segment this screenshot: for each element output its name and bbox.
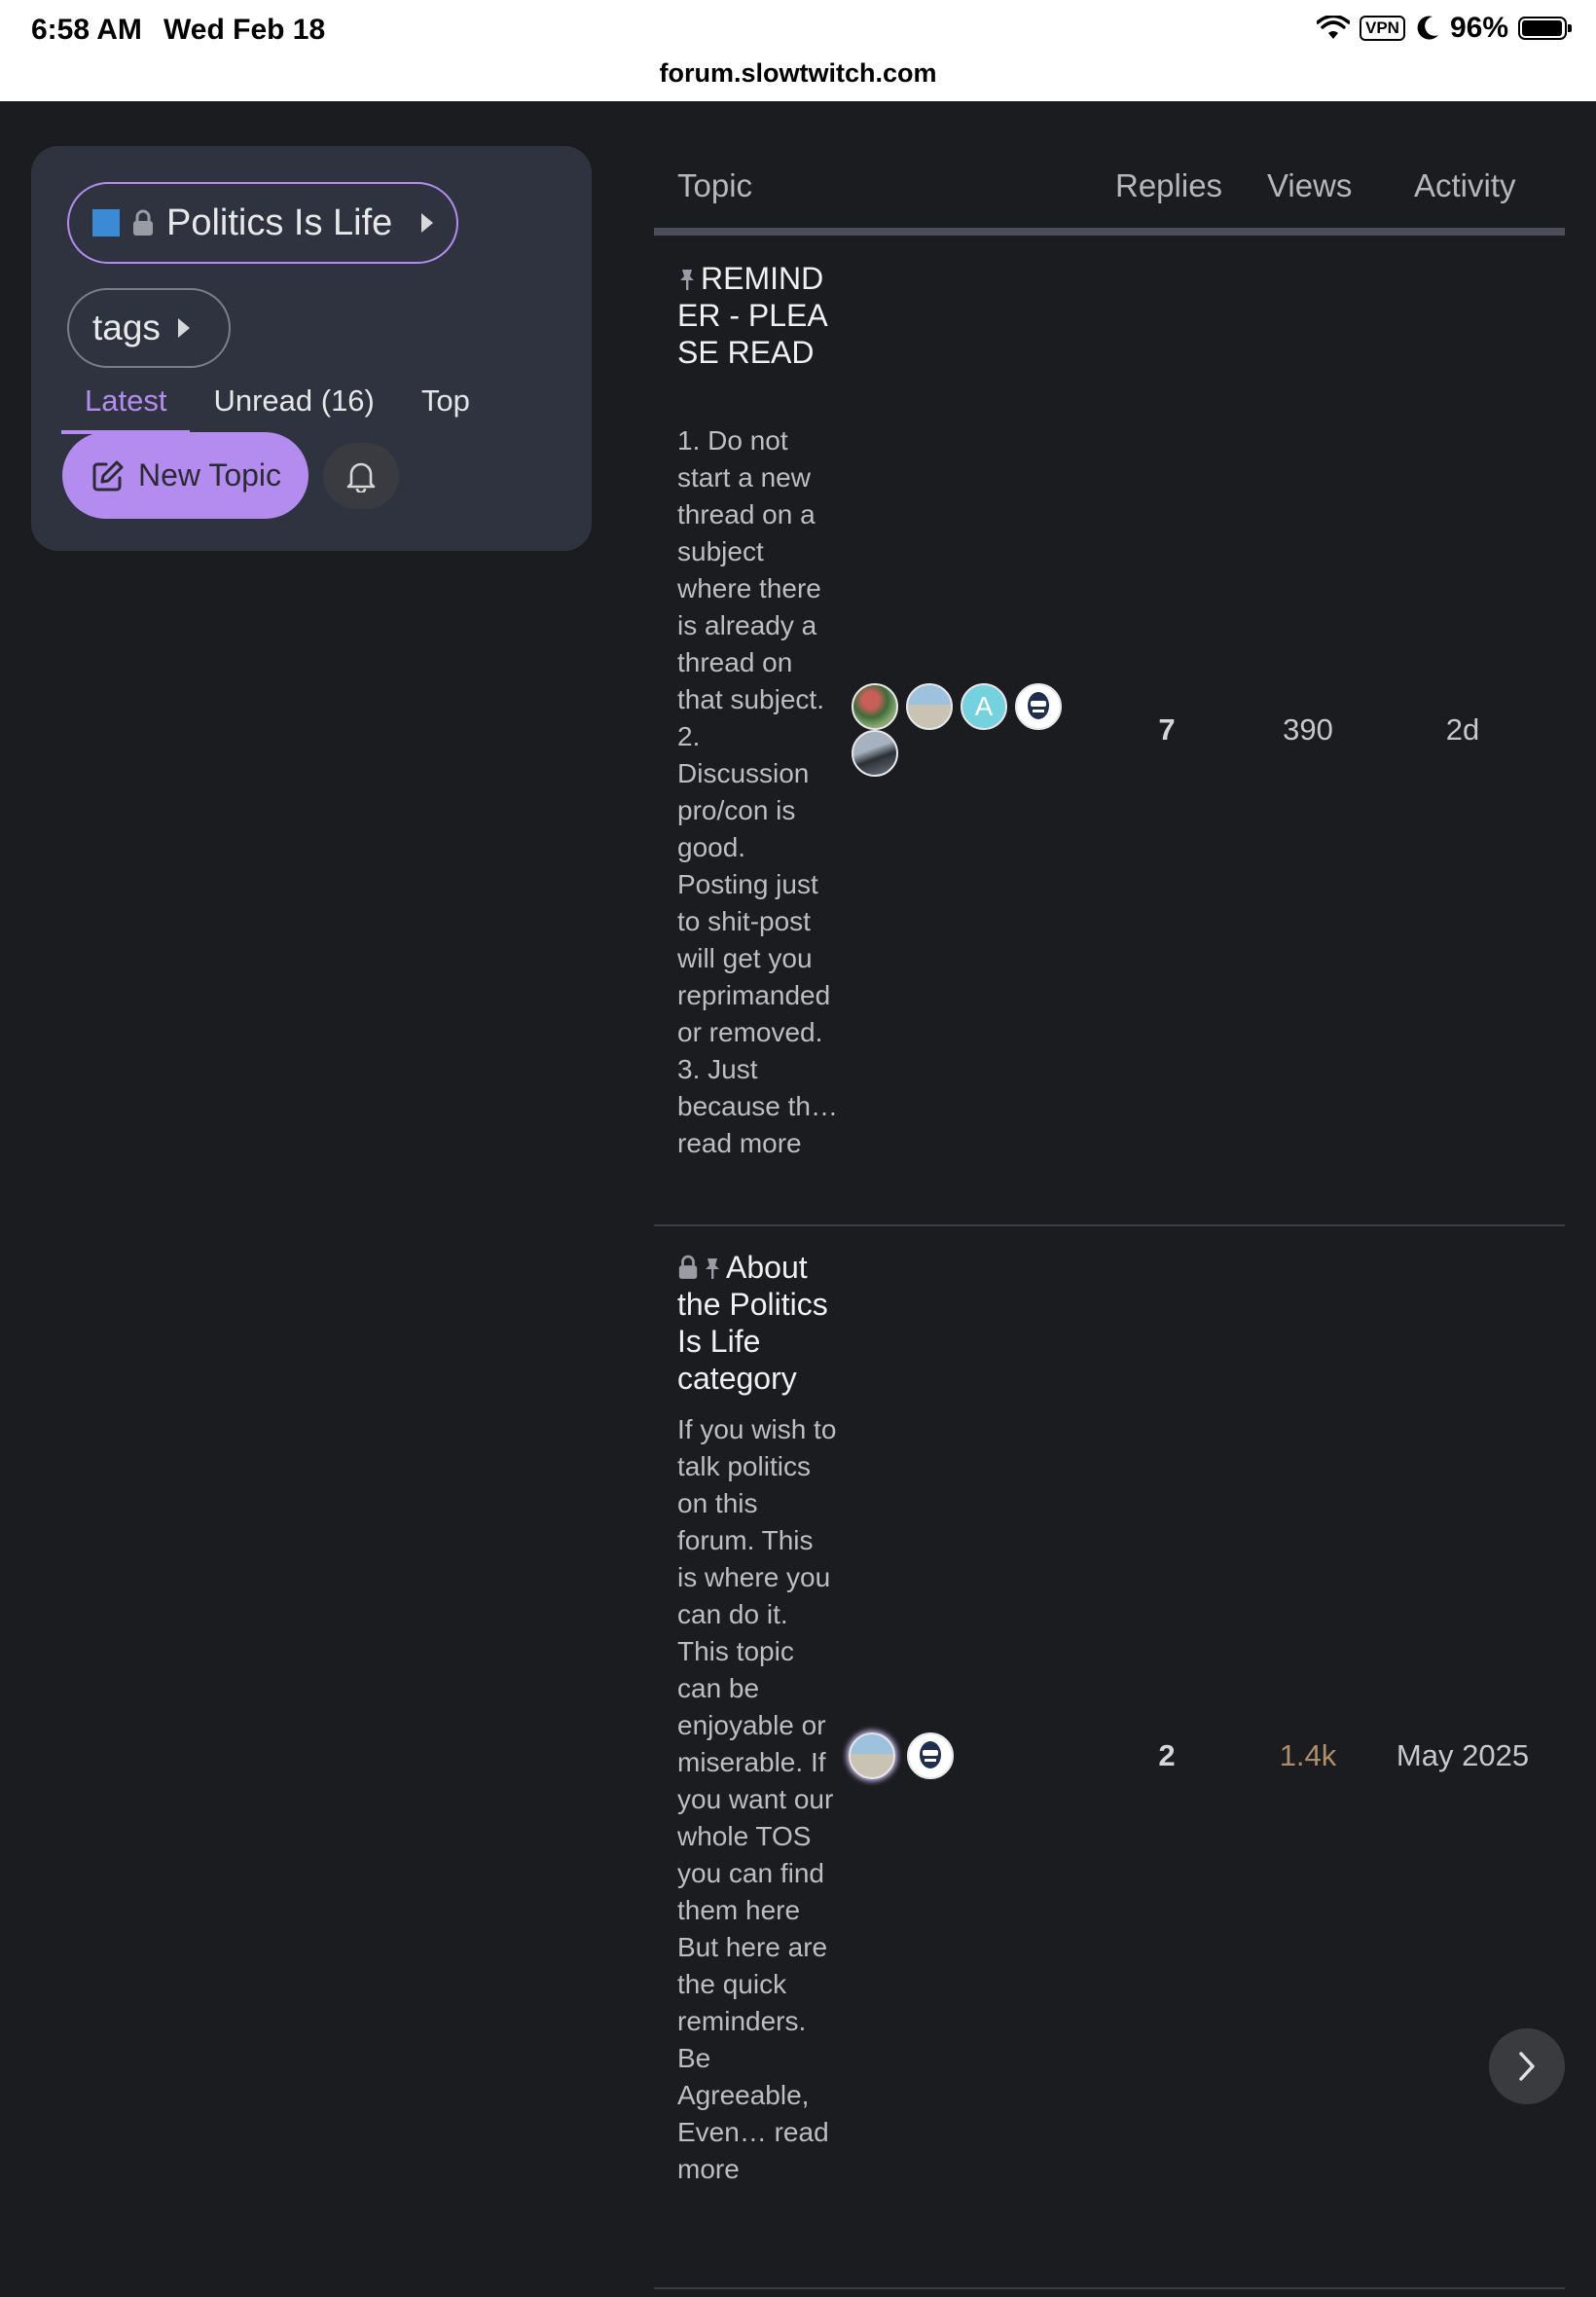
column-header-replies[interactable]: Replies — [1115, 167, 1222, 204]
new-topic-button[interactable]: New Topic — [62, 432, 308, 519]
pin-icon — [680, 270, 694, 290]
topic-excerpt[interactable]: 1. Do not start a new thread on a subjec… — [677, 422, 839, 1162]
nav-tabs: Latest Unread (16) Top — [61, 372, 493, 434]
next-page-button[interactable] — [1489, 2028, 1565, 2104]
column-header-activity[interactable]: Activity — [1414, 167, 1516, 204]
avatar[interactable] — [852, 683, 898, 730]
battery-icon — [1518, 17, 1572, 40]
vpn-badge: VPN — [1359, 16, 1405, 41]
tab-top[interactable]: Top — [398, 372, 493, 430]
pin-icon — [706, 1258, 719, 1279]
avatar-letter: A — [974, 691, 994, 721]
status-bar: 6:58 AM Wed Feb 18 VPN 96% forum.slowtwi… — [0, 0, 1596, 101]
avatar[interactable]: A — [961, 683, 1007, 730]
avatar[interactable] — [907, 1732, 954, 1779]
row-divider — [654, 1224, 1565, 1226]
column-header-views[interactable]: Views — [1267, 167, 1352, 204]
lock-icon — [133, 209, 153, 236]
row-divider — [654, 2287, 1565, 2289]
url-bar[interactable]: forum.slowtwitch.com — [0, 58, 1596, 89]
activity-date[interactable]: May 2025 — [1385, 1738, 1541, 1773]
avatar[interactable] — [849, 1732, 895, 1779]
category-color-square — [92, 209, 120, 237]
tab-unread[interactable]: Unread (16) — [190, 372, 397, 430]
table-header-divider — [654, 228, 1565, 236]
status-date: Wed Feb 18 — [163, 14, 326, 46]
lock-icon — [678, 1255, 698, 1279]
caret-right-icon — [177, 318, 190, 338]
tab-latest[interactable]: Latest — [61, 372, 191, 434]
status-indicators: VPN 96% — [1316, 12, 1572, 45]
avatar[interactable] — [1015, 683, 1062, 730]
notification-bell-button[interactable] — [323, 443, 399, 509]
avatar[interactable] — [852, 730, 898, 777]
column-header-topic[interactable]: Topic — [677, 167, 752, 204]
chevron-right-icon — [1519, 2052, 1535, 2081]
bearded-face-icon — [920, 1741, 941, 1768]
bearded-face-icon — [1028, 692, 1049, 719]
status-time: 6:58 AM — [31, 14, 142, 46]
caret-right-icon — [421, 213, 434, 233]
topic-excerpt[interactable]: If you wish to talk politics on this for… — [677, 1411, 839, 2188]
replies-count[interactable]: 7 — [1118, 712, 1215, 747]
tags-label: tags — [92, 308, 161, 347]
category-panel: Politics Is Life tags Latest Unread (16)… — [31, 146, 592, 551]
topic-title-link[interactable]: REMINDER - PLEASE READ — [677, 260, 839, 371]
category-name: Politics Is Life — [166, 201, 393, 243]
topic-title: About the Politics Is Life category — [677, 1250, 828, 1396]
avatar[interactable] — [906, 683, 953, 730]
wifi-icon — [1316, 16, 1350, 39]
category-dropdown[interactable]: Politics Is Life — [67, 182, 458, 264]
views-count: 1.4k — [1279, 1738, 1337, 1772]
bell-icon — [346, 462, 376, 492]
tags-dropdown[interactable]: tags — [67, 288, 231, 368]
battery-percent: 96% — [1449, 12, 1508, 44]
pencil-square-icon — [92, 460, 124, 491]
replies-count[interactable]: 2 — [1118, 1738, 1215, 1773]
views-count: 390 — [1283, 712, 1333, 747]
topic-title-link[interactable]: About the Politics Is Life category — [677, 1249, 839, 1397]
new-topic-label: New Topic — [138, 457, 282, 492]
moon-icon — [1417, 16, 1438, 40]
activity-date[interactable]: 2d — [1385, 712, 1541, 747]
topic-title: REMINDER - PLEASE READ — [677, 261, 828, 370]
